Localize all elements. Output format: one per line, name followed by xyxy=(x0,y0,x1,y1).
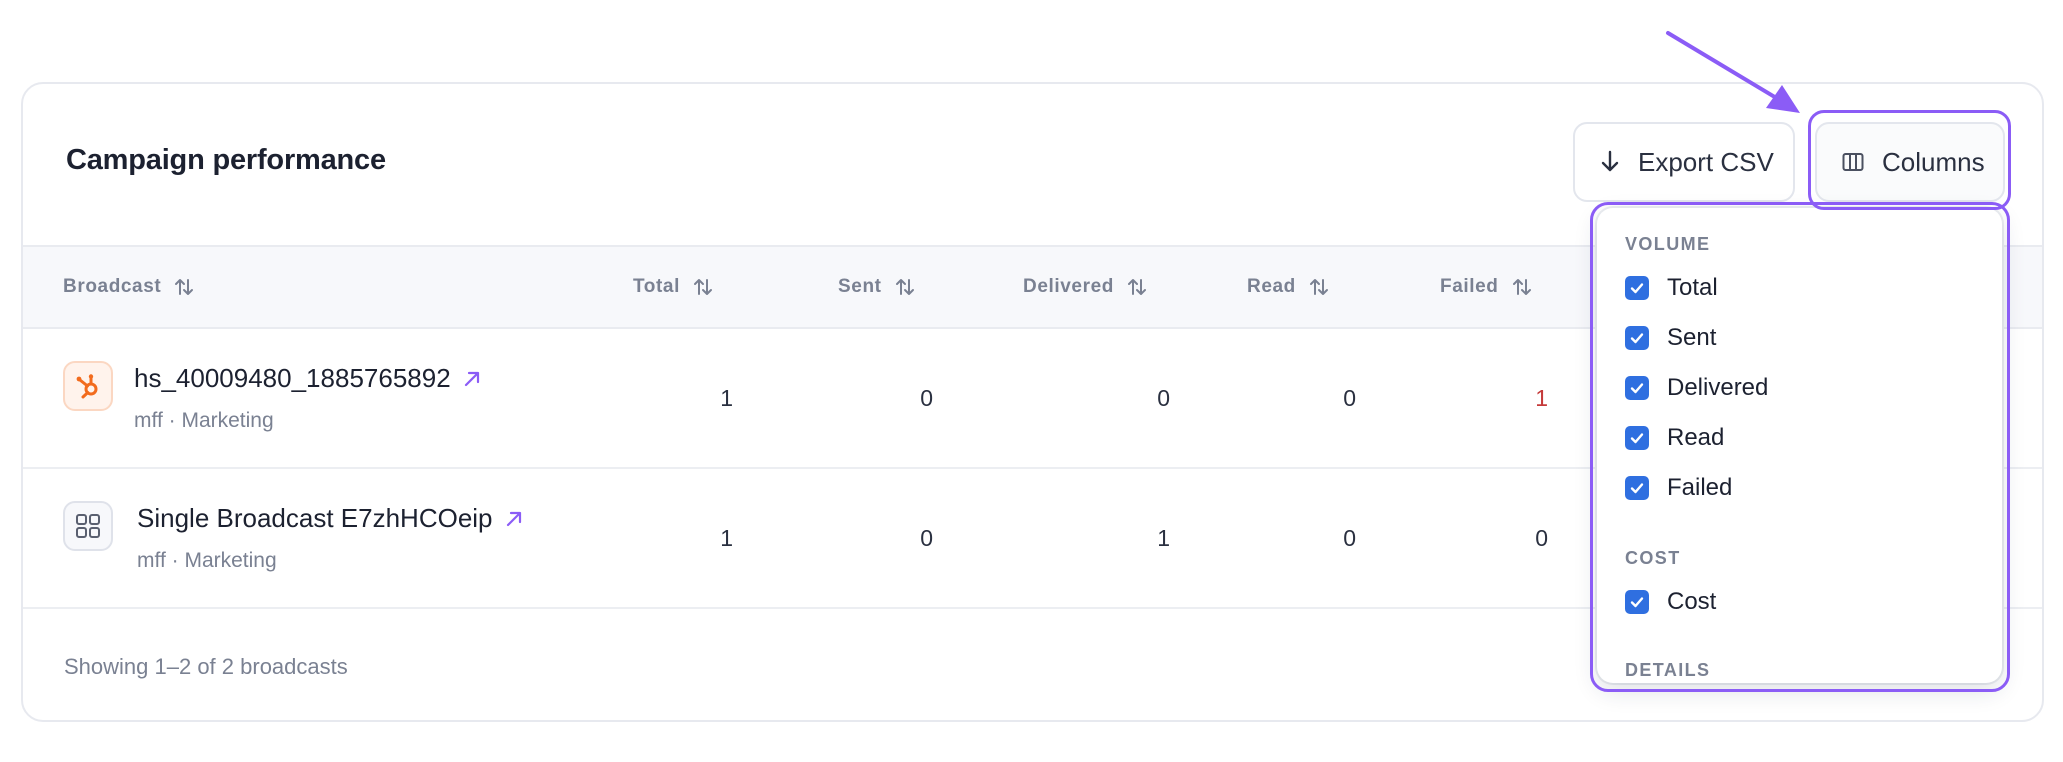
cell-sent: 0 xyxy=(920,525,933,551)
cell-total: 1 xyxy=(720,525,733,551)
card-title: Campaign performance xyxy=(66,144,386,176)
external-link-icon xyxy=(463,370,481,388)
external-link-icon xyxy=(505,510,523,528)
sort-icon xyxy=(1308,276,1330,298)
broadcast-subtitle: mff · Marketing xyxy=(137,549,277,572)
sort-icon xyxy=(173,276,195,298)
checkbox-checked-icon[interactable] xyxy=(1625,590,1649,614)
columns-icon xyxy=(1842,152,1864,172)
cell-delivered: 1 xyxy=(1157,525,1170,551)
cell-total: 1 xyxy=(720,385,733,411)
broadcast-name-link[interactable]: Single Broadcast E7zhHCOeip xyxy=(137,503,523,534)
header-read[interactable]: Read xyxy=(1247,247,1330,327)
checkbox-checked-icon[interactable] xyxy=(1625,426,1649,450)
checkbox-checked-icon[interactable] xyxy=(1625,476,1649,500)
column-toggle-cost[interactable]: Cost xyxy=(1625,584,1716,620)
download-arrow-icon xyxy=(1600,150,1620,174)
pagination-summary: Showing 1–2 of 2 broadcasts xyxy=(64,654,348,679)
checkbox-checked-icon[interactable] xyxy=(1625,276,1649,300)
columns-button[interactable]: Columns xyxy=(1815,122,2005,202)
cost-heading: COST xyxy=(1625,548,1681,568)
header-broadcast[interactable]: Broadcast xyxy=(63,247,195,327)
broadcast-subtitle: mff · Marketing xyxy=(134,409,274,432)
broadcast-name-link[interactable]: hs_40009480_1885765892 xyxy=(134,363,481,394)
cell-delivered: 0 xyxy=(1157,385,1170,411)
cell-read: 0 xyxy=(1343,385,1356,411)
checkbox-checked-icon[interactable] xyxy=(1625,326,1649,350)
columns-dropdown: VOLUME Total Sent Delivered Read Failed … xyxy=(1597,208,2002,683)
header-sent[interactable]: Sent xyxy=(838,247,916,327)
checkbox-checked-icon[interactable] xyxy=(1625,376,1649,400)
export-csv-label: Export CSV xyxy=(1638,146,1774,177)
sort-icon xyxy=(1511,276,1533,298)
column-toggle-sent[interactable]: Sent xyxy=(1625,320,1716,356)
header-failed[interactable]: Failed xyxy=(1440,247,1533,327)
volume-heading: VOLUME xyxy=(1625,234,1711,254)
columns-label: Columns xyxy=(1882,146,1985,177)
column-toggle-delivered[interactable]: Delivered xyxy=(1625,370,1768,406)
cell-failed: 0 xyxy=(1535,525,1548,551)
header-total[interactable]: Total xyxy=(633,247,714,327)
export-csv-button[interactable]: Export CSV xyxy=(1573,122,1795,202)
column-toggle-total[interactable]: Total xyxy=(1625,270,1718,306)
column-toggle-read[interactable]: Read xyxy=(1625,420,1724,456)
details-heading: DETAILS xyxy=(1625,660,1711,680)
cell-read: 0 xyxy=(1343,525,1356,551)
hubspot-icon xyxy=(63,361,113,411)
column-toggle-failed[interactable]: Failed xyxy=(1625,470,1732,506)
sort-icon xyxy=(894,276,916,298)
grid-icon xyxy=(63,501,113,551)
cell-failed: 1 xyxy=(1535,385,1548,411)
cell-sent: 0 xyxy=(920,385,933,411)
sort-icon xyxy=(1126,276,1148,298)
sort-icon xyxy=(692,276,714,298)
header-delivered[interactable]: Delivered xyxy=(1023,247,1148,327)
